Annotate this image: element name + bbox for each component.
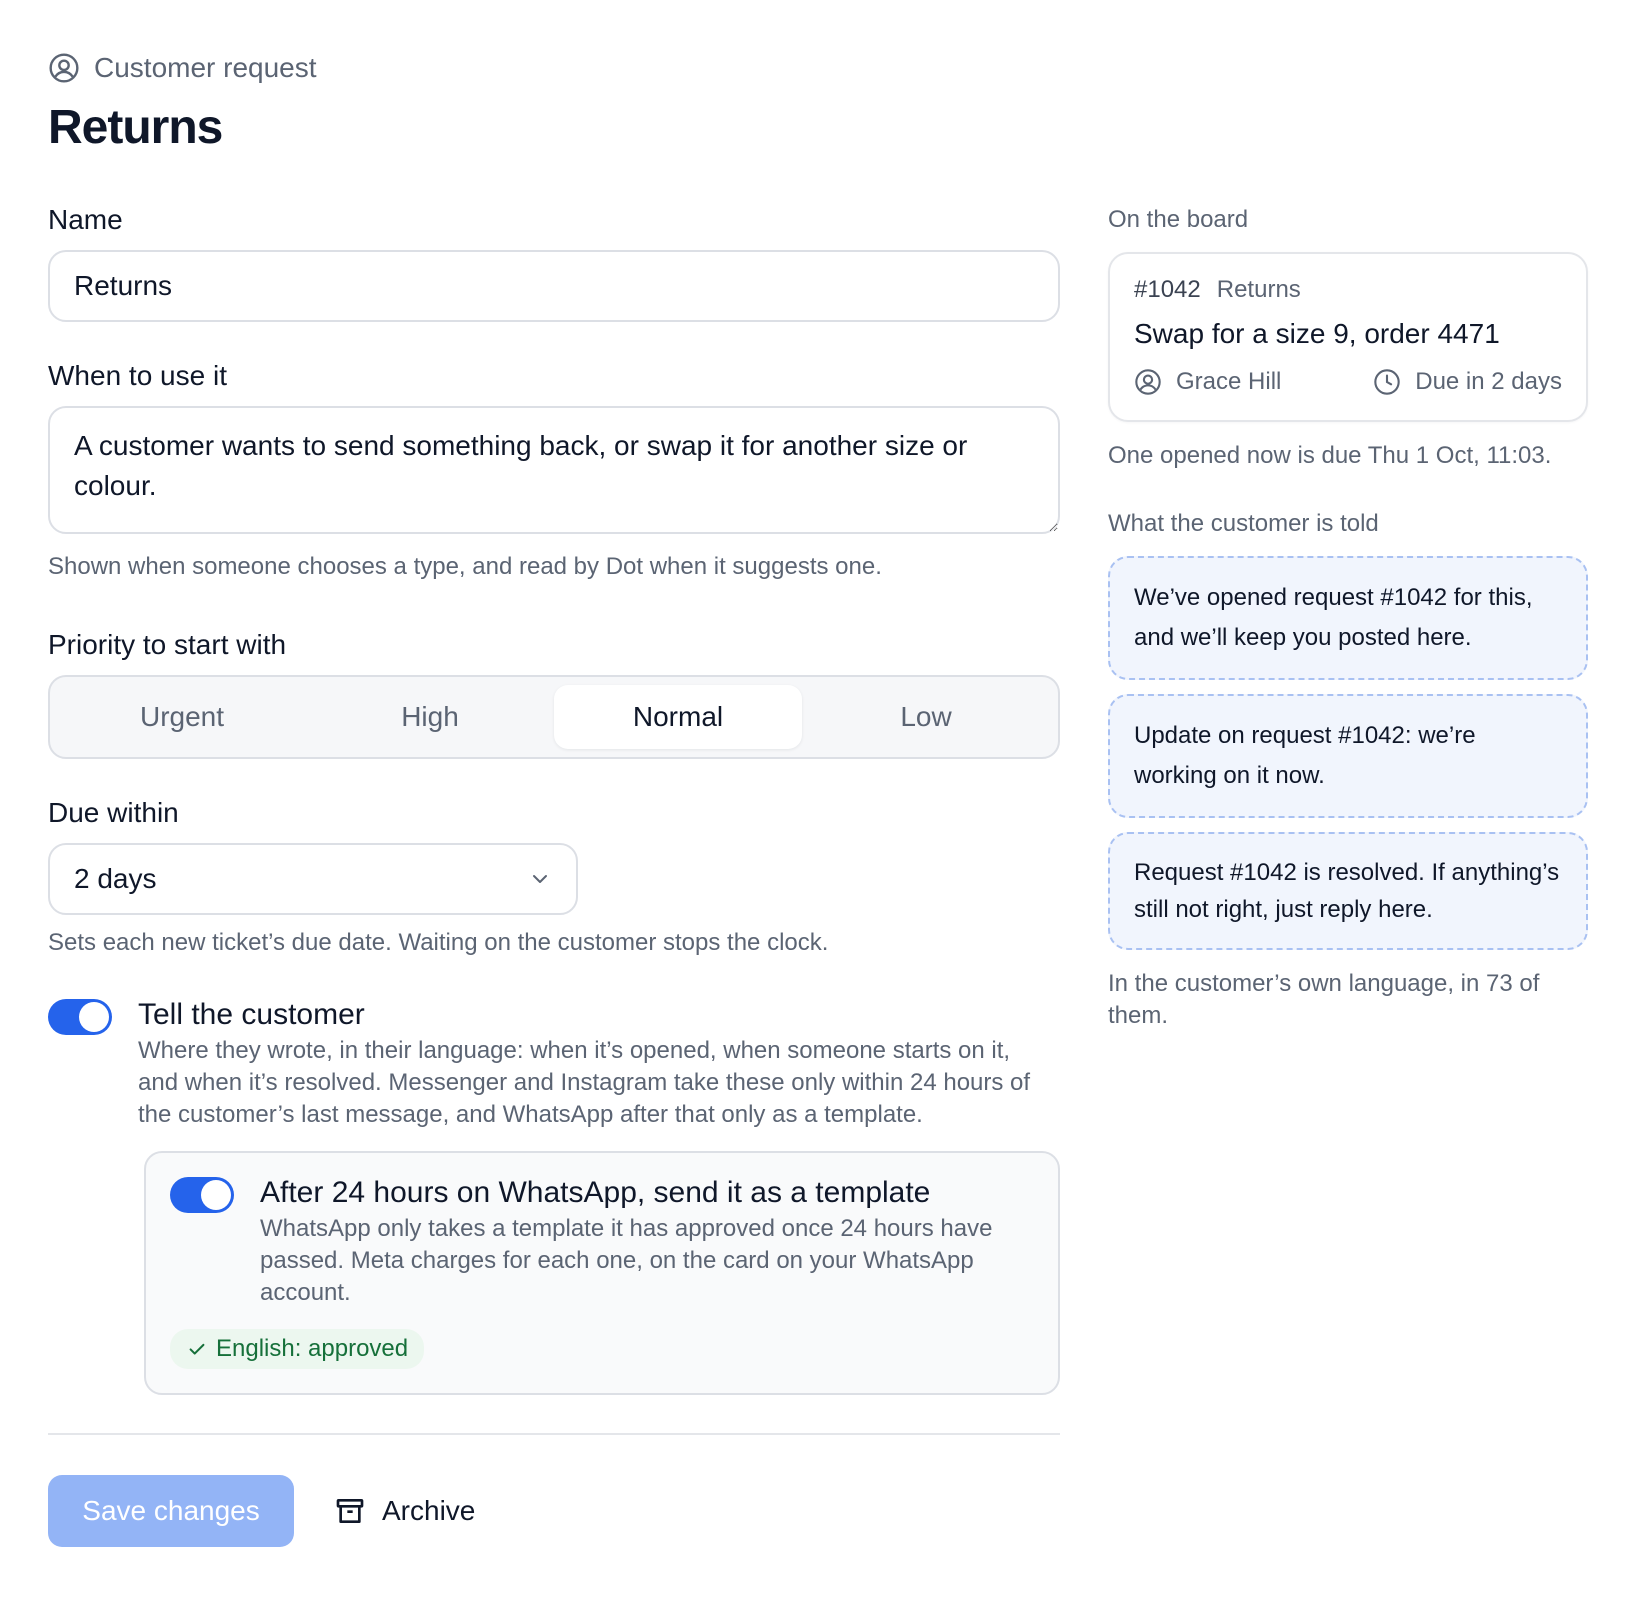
save-changes-button[interactable]: Save changes (48, 1475, 294, 1547)
name-label: Name (48, 204, 123, 235)
when-to-use-textarea[interactable]: A customer wants to send something back,… (48, 406, 1060, 534)
message-opened: We’ve opened request #1042 for this, and… (1108, 556, 1588, 680)
request-type-form: Name When to use it A customer wants to … (48, 204, 1060, 1547)
priority-option-high[interactable]: High (306, 685, 554, 749)
approval-status-badge: English: approved (170, 1329, 425, 1369)
whatsapp-template-toggle[interactable] (170, 1177, 234, 1213)
preview-panel: On the board #1042 Returns Swap for a si… (1108, 206, 1588, 1032)
priority-option-urgent[interactable]: Urgent (58, 685, 306, 749)
priority-option-normal[interactable]: Normal (554, 685, 802, 749)
priority-segmented-control: Urgent High Normal Low (48, 675, 1060, 759)
form-actions: Save changes Archive (48, 1475, 1060, 1547)
priority-option-low[interactable]: Low (802, 685, 1050, 749)
assignee-name: Grace Hill (1176, 368, 1282, 395)
tell-customer-title: Tell the customer (138, 998, 365, 1031)
tell-customer-row: Tell the customer Where they wrote, in t… (48, 997, 1060, 1131)
card-due: Due in 2 days (1373, 368, 1562, 396)
check-icon (189, 1343, 205, 1355)
when-to-use-label: When to use it (48, 360, 227, 391)
toggle-knob (201, 1180, 231, 1210)
whatsapp-template-description: WhatsApp only takes a template it has ap… (260, 1215, 993, 1306)
user-circle-icon (1135, 369, 1161, 395)
board-preview-card: #1042 Returns Swap for a size 9, order 4… (1108, 252, 1588, 422)
priority-label: Priority to start with (48, 629, 287, 660)
whatsapp-template-title: After 24 hours on WhatsApp, send it as a… (260, 1176, 931, 1209)
when-to-use-help: Shown when someone chooses a type, and r… (48, 553, 882, 580)
message-in-progress: Update on request #1042: we’re working o… (1108, 694, 1588, 818)
message-list: We’ve opened request #1042 for this, and… (1108, 556, 1588, 950)
on-the-board-heading: On the board (1108, 206, 1249, 233)
archive-label: Archive (382, 1495, 476, 1526)
divider (48, 1433, 1060, 1435)
due-label: Due in 2 days (1415, 368, 1562, 395)
tell-customer-toggle[interactable] (48, 999, 112, 1035)
toggle-knob (79, 1002, 109, 1032)
approval-status-label: English: approved (216, 1335, 409, 1362)
archive-button[interactable]: Archive (334, 1495, 475, 1527)
customer-told-heading: What the customer is told (1108, 510, 1379, 537)
breadcrumb-label: Customer request (94, 52, 317, 83)
page-title: Returns (48, 101, 223, 154)
card-footer: Grace Hill Due in 2 days (1134, 368, 1562, 396)
language-note: In the customer’s own language, in 73 of… (1108, 970, 1540, 1029)
card-title: Swap for a size 9, order 4471 (1134, 318, 1500, 349)
chevron-down-icon (533, 875, 547, 883)
due-within-value: 2 days (74, 863, 157, 894)
user-circle-icon (49, 53, 79, 83)
card-type: Returns (1216, 276, 1301, 303)
archive-icon (336, 1499, 364, 1523)
board-due-note: One opened now is due Thu 1 Oct, 11:03. (1108, 442, 1552, 469)
name-input[interactable] (48, 250, 1060, 322)
card-assignee: Grace Hill (1134, 368, 1281, 396)
due-within-label: Due within (48, 797, 179, 828)
whatsapp-template-card: After 24 hours on WhatsApp, send it as a… (144, 1151, 1060, 1395)
card-id: #1042 (1134, 276, 1201, 303)
clock-icon (1374, 369, 1400, 395)
due-within-help: Sets each new ticket’s due date. Waiting… (48, 929, 829, 956)
due-within-select[interactable]: 2 days (48, 843, 578, 915)
tell-customer-description: Where they wrote, in their language: whe… (138, 1037, 1031, 1128)
card-meta: #1042 Returns (1134, 276, 1562, 304)
message-resolved: Request #1042 is resolved. If anything’s… (1108, 832, 1588, 950)
breadcrumb: Customer request (48, 52, 317, 84)
